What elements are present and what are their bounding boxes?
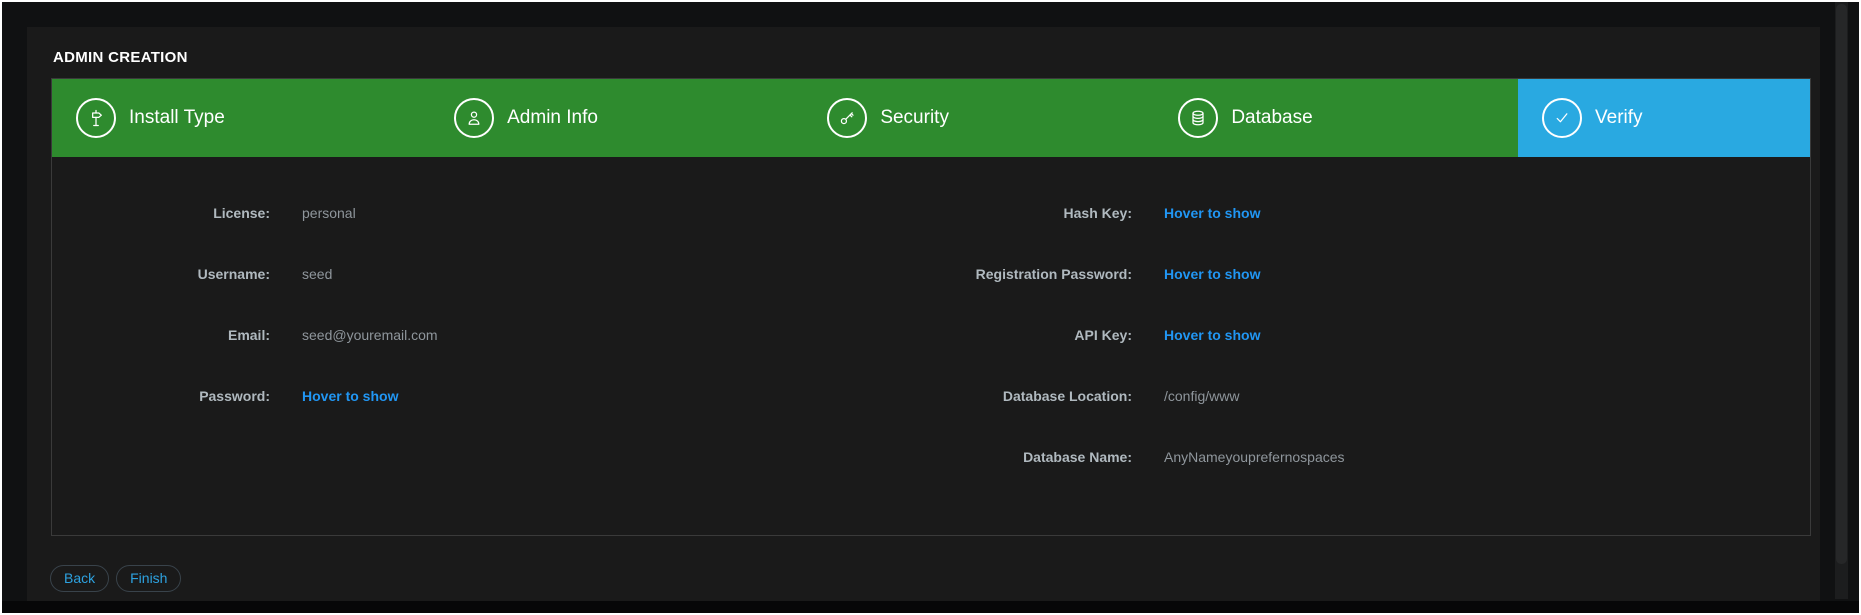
api-key-hover-to-show[interactable]: Hover to show <box>1164 327 1260 343</box>
hash-key-hover-to-show[interactable]: Hover to show <box>1164 205 1260 221</box>
step-label: Install Type <box>129 107 225 129</box>
verify-summary: License: personal Username: seed Email: … <box>52 157 1810 487</box>
license-value: personal <box>302 205 356 221</box>
wizard-box: Install Type Admin Info Security Databas… <box>51 78 1811 536</box>
check-icon <box>1542 98 1582 138</box>
license-label: License: <box>52 205 270 221</box>
database-name-row: Database Name: AnyNameyouprefernospaces <box>931 426 1810 487</box>
page-title: ADMIN CREATION <box>53 49 188 66</box>
database-name-label: Database Name: <box>931 449 1132 465</box>
step-database[interactable]: Database <box>1154 79 1518 157</box>
database-icon <box>1178 98 1218 138</box>
step-label: Admin Info <box>507 107 598 129</box>
api-key-row: API Key: Hover to show <box>931 304 1810 365</box>
scrollbar-thumb[interactable] <box>1836 4 1847 564</box>
step-security[interactable]: Security <box>803 79 1154 157</box>
step-admin-info[interactable]: Admin Info <box>430 79 803 157</box>
database-location-value: /config/www <box>1164 388 1239 404</box>
hash-key-row: Hash Key: Hover to show <box>931 182 1810 243</box>
username-row: Username: seed <box>52 243 931 304</box>
password-row: Password: Hover to show <box>52 365 931 426</box>
person-icon <box>454 98 494 138</box>
verify-summary-right-column: Hash Key: Hover to show Registration Pas… <box>931 182 1810 487</box>
registration-password-hover-to-show[interactable]: Hover to show <box>1164 266 1260 282</box>
step-label: Database <box>1231 107 1312 129</box>
verify-summary-left-column: License: personal Username: seed Email: … <box>52 182 931 487</box>
database-location-row: Database Location: /config/www <box>931 365 1810 426</box>
finish-button[interactable]: Finish <box>116 565 181 592</box>
username-label: Username: <box>52 266 270 282</box>
key-icon <box>827 98 867 138</box>
bottom-edge <box>2 601 1859 613</box>
api-key-label: API Key: <box>931 327 1132 343</box>
database-location-label: Database Location: <box>931 388 1132 404</box>
username-value: seed <box>302 266 332 282</box>
database-name-value: AnyNameyouprefernospaces <box>1164 449 1345 465</box>
main-panel: ADMIN CREATION Install Type Admin Info S… <box>27 27 1820 601</box>
scrollbar[interactable] <box>1835 2 1848 599</box>
wizard-stepper: Install Type Admin Info Security Databas… <box>52 79 1810 157</box>
signpost-icon <box>76 98 116 138</box>
back-button[interactable]: Back <box>50 565 109 592</box>
email-value: seed@youremail.com <box>302 327 438 343</box>
registration-password-label: Registration Password: <box>931 266 1132 282</box>
password-hover-to-show[interactable]: Hover to show <box>302 388 398 404</box>
step-label: Security <box>880 107 949 129</box>
email-label: Email: <box>52 327 270 343</box>
step-install-type[interactable]: Install Type <box>52 79 430 157</box>
step-verify[interactable]: Verify <box>1518 79 1810 157</box>
password-label: Password: <box>52 388 270 404</box>
license-row: License: personal <box>52 182 931 243</box>
registration-password-row: Registration Password: Hover to show <box>931 243 1810 304</box>
admin-creation-page: { "page": { "title": "ADMIN CREATION" },… <box>0 0 1861 615</box>
step-label: Verify <box>1595 107 1643 129</box>
hash-key-label: Hash Key: <box>931 205 1132 221</box>
email-row: Email: seed@youremail.com <box>52 304 931 365</box>
wizard-actions: Back Finish <box>50 565 181 592</box>
